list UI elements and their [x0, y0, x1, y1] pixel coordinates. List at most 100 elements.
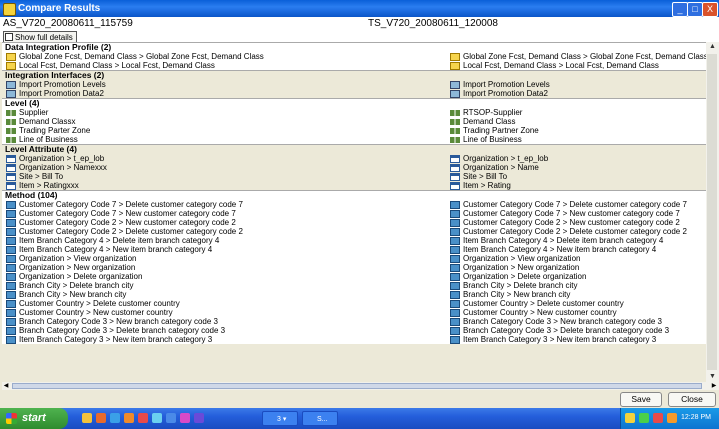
right-item[interactable]: Customer Country > New customer country	[450, 308, 706, 317]
item-label: Trading Parter Zone	[19, 126, 91, 135]
right-item[interactable]: Item Branch Category 4 > Delete item bra…	[450, 236, 706, 245]
right-item[interactable]: Customer Category Code 7 > New customer …	[450, 209, 706, 218]
left-item[interactable]: Supplier	[6, 108, 446, 117]
maximize-button[interactable]: □	[687, 2, 703, 17]
left-item[interactable]: Site > Bill To	[6, 172, 446, 181]
taskbar-app-button[interactable]: S...	[302, 411, 338, 426]
item-label: Organization > New organization	[463, 263, 580, 272]
item-label: Branch Category Code 3 > Delete branch c…	[19, 326, 226, 335]
taskbar-window-group[interactable]: 3 ▾	[262, 411, 298, 426]
tray-icon[interactable]	[653, 413, 663, 423]
compare-section: Level (4) Supplier RTSOP-Supplier Demand Cl…	[2, 98, 706, 144]
right-item[interactable]: Branch Category Code 3 > New branch cate…	[450, 317, 706, 326]
left-item[interactable]: Customer Category Code 2 > Delete custom…	[6, 227, 446, 236]
left-item[interactable]: Organization > Namexxx	[6, 163, 446, 172]
left-item[interactable]: Customer Country > New customer country	[6, 308, 446, 317]
right-item[interactable]: Organization > View organization	[450, 254, 706, 263]
left-item[interactable]: Organization > Delete organization	[6, 272, 446, 281]
quicklaunch-icon[interactable]	[138, 413, 148, 423]
left-item[interactable]: Local Fcst, Demand Class > Local Fcst, D…	[6, 61, 446, 70]
left-item[interactable]: Organization > t_ep_lob	[6, 154, 446, 163]
show-full-details-label: Show full details	[15, 32, 73, 42]
left-item[interactable]: Organization > View organization	[6, 254, 446, 263]
quicklaunch-icon[interactable]	[110, 413, 120, 423]
right-item[interactable]: Import Promotion Data2	[450, 89, 706, 98]
scroll-right-arrow-icon[interactable]: ▶	[710, 382, 718, 390]
left-item[interactable]: Branch Category Code 3 > New branch cate…	[6, 317, 446, 326]
scroll-down-arrow-icon[interactable]: ▼	[706, 372, 719, 382]
compare-results-list[interactable]: Data Integration Profile (2) Global Zone …	[2, 42, 706, 382]
right-item[interactable]: Branch City > New branch city	[450, 290, 706, 299]
save-button[interactable]: Save	[620, 392, 662, 407]
item-label: Import Promotion Data2	[463, 89, 548, 98]
right-item[interactable]: Item Branch Category 3 > New item branch…	[450, 335, 706, 344]
right-item[interactable]: Site > Bill To	[450, 172, 706, 181]
right-item[interactable]: Item Branch Category 4 > New item branch…	[450, 245, 706, 254]
left-item[interactable]: Item Branch Category 4 > Delete item bra…	[6, 236, 446, 245]
left-item[interactable]: Customer Country > Delete customer count…	[6, 299, 446, 308]
left-item[interactable]: Customer Category Code 2 > New customer …	[6, 218, 446, 227]
item-label: Import Promotion Levels	[463, 80, 550, 89]
left-item[interactable]: Import Promotion Levels	[6, 80, 446, 89]
window-titlebar[interactable]: Compare Results _ □ X	[0, 0, 719, 17]
right-item[interactable]: Organization > t_ep_lob	[450, 154, 706, 163]
left-item[interactable]: Line of Business	[6, 135, 446, 144]
left-item[interactable]: Branch Category Code 3 > Delete branch c…	[6, 326, 446, 335]
checkbox-box[interactable]	[5, 33, 13, 41]
quicklaunch-icon[interactable]	[152, 413, 162, 423]
quicklaunch-icon[interactable]	[166, 413, 176, 423]
right-item[interactable]: Customer Category Code 2 > Delete custom…	[450, 227, 706, 236]
left-item[interactable]: Import Promotion Data2	[6, 89, 446, 98]
quicklaunch-icon[interactable]	[194, 413, 204, 423]
right-item[interactable]: RTSOP-Supplier	[450, 108, 706, 117]
column-headers: AS_V720_20080611_115759 TS_V720_20080611…	[0, 17, 719, 31]
vertical-scrollbar[interactable]: ▲ ▼	[706, 42, 719, 382]
left-item[interactable]: Demand Classx	[6, 117, 446, 126]
right-item[interactable]: Local Fcst, Demand Class > Local Fcst, D…	[450, 61, 706, 70]
left-item[interactable]: Customer Category Code 7 > Delete custom…	[6, 200, 446, 209]
right-item[interactable]: Organization > Delete organization	[450, 272, 706, 281]
right-item[interactable]: Customer Category Code 2 > New customer …	[450, 218, 706, 227]
vertical-scroll-thumb[interactable]	[707, 54, 717, 370]
tray-icon[interactable]	[639, 413, 649, 423]
right-item[interactable]: Organization > Name	[450, 163, 706, 172]
tray-icon[interactable]	[667, 413, 677, 423]
right-item[interactable]: Organization > New organization	[450, 263, 706, 272]
right-item[interactable]: Global Zone Fcst, Demand Class > Global …	[450, 52, 706, 61]
method-icon	[450, 299, 460, 308]
right-item[interactable]: Line of Business	[450, 135, 706, 144]
right-item[interactable]: Trading Partner Zone	[450, 126, 706, 135]
item-label: Organization > New organization	[19, 263, 136, 272]
left-item[interactable]: Item Branch Category 3 > New item branch…	[6, 335, 446, 344]
scroll-left-arrow-icon[interactable]: ◀	[2, 382, 10, 390]
left-item[interactable]: Organization > New organization	[6, 263, 446, 272]
right-item[interactable]: Customer Category Code 7 > Delete custom…	[450, 200, 706, 209]
minimize-button[interactable]: _	[672, 2, 688, 17]
right-item[interactable]: Item > Rating	[450, 181, 706, 190]
left-item[interactable]: Global Zone Fcst, Demand Class > Global …	[6, 52, 446, 61]
left-item[interactable]: Branch City > Delete branch city	[6, 281, 446, 290]
close-window-button[interactable]: X	[702, 2, 718, 17]
horizontal-scroll-thumb[interactable]	[12, 383, 702, 389]
tray-icon[interactable]	[625, 413, 635, 423]
quicklaunch-icon[interactable]	[96, 413, 106, 423]
right-item[interactable]: Customer Country > Delete customer count…	[450, 299, 706, 308]
right-item[interactable]: Branch City > Delete branch city	[450, 281, 706, 290]
quicklaunch-icon[interactable]	[82, 413, 92, 423]
right-item[interactable]: Import Promotion Levels	[450, 80, 706, 89]
left-item[interactable]: Item > Ratingxxx	[6, 181, 446, 190]
quicklaunch-icon[interactable]	[180, 413, 190, 423]
left-item[interactable]: Customer Category Code 7 > New customer …	[6, 209, 446, 218]
compare-row: Import Promotion Levels Import Promotion …	[2, 80, 706, 89]
close-button[interactable]: Close	[668, 392, 716, 407]
quicklaunch-icon[interactable]	[124, 413, 134, 423]
left-item[interactable]: Item Branch Category 4 > New item branch…	[6, 245, 446, 254]
start-button[interactable]: start	[0, 408, 68, 429]
left-item[interactable]: Branch City > New branch city	[6, 290, 446, 299]
horizontal-scrollbar[interactable]: ◀ ▶	[2, 382, 719, 390]
left-item[interactable]: Trading Parter Zone	[6, 126, 446, 135]
right-item[interactable]: Demand Class	[450, 117, 706, 126]
scroll-up-arrow-icon[interactable]: ▲	[706, 42, 719, 52]
item-label: Item Branch Category 4 > New item branch…	[463, 245, 657, 254]
right-item[interactable]: Branch Category Code 3 > Delete branch c…	[450, 326, 706, 335]
